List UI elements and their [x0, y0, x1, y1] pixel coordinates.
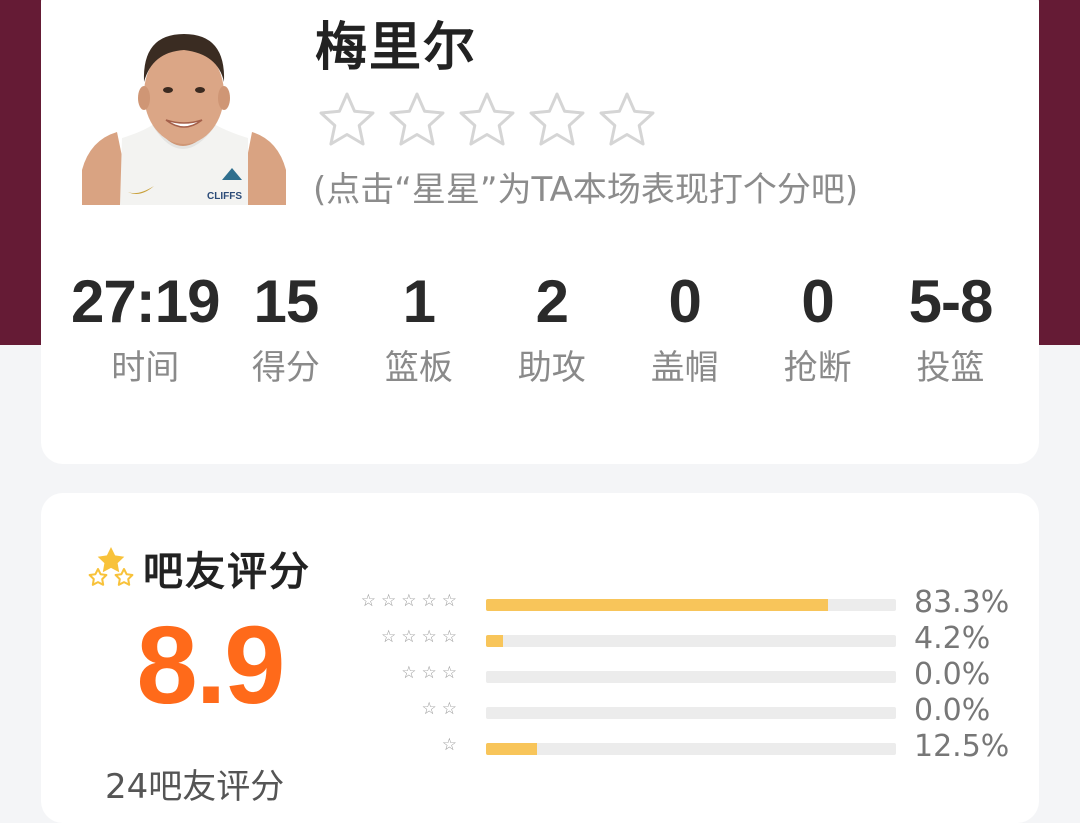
distribution-bar-track — [486, 743, 896, 755]
distribution-bar-track — [486, 635, 896, 647]
stat-field-goals: 5-8 投篮 — [884, 268, 1017, 389]
distribution-row-4: ☆☆☆☆ 4.2% — [341, 621, 1021, 657]
stat-minutes: 27:19 时间 — [71, 268, 220, 389]
rate-star-1-icon[interactable] — [315, 88, 379, 152]
jersey-sponsor-text: CLIFFS — [207, 191, 242, 202]
rating-header: 吧友评分 — [87, 539, 311, 597]
stat-label: 抢断 — [783, 348, 852, 388]
stat-points: 15 得分 — [219, 268, 352, 389]
stat-label: 得分 — [251, 348, 320, 388]
stat-value: 1 — [402, 268, 436, 335]
distribution-bar-track — [486, 671, 896, 683]
rating-stars-icon — [88, 547, 134, 586]
stat-rebounds: 1 篮板 — [352, 268, 485, 389]
star-level-label: ☆☆ — [421, 699, 462, 719]
distribution-row-1: ☆ 12.5% — [341, 729, 1021, 765]
distribution-bar-fill — [486, 743, 538, 755]
distribution-row-3: ☆☆☆ 0.0% — [341, 657, 1021, 693]
stat-value: 27:19 — [71, 268, 220, 335]
distribution-row-2: ☆☆ 0.0% — [341, 693, 1021, 729]
stat-row: 27:19 时间 15 得分 1 篮板 2 助攻 0 盖帽 0 抢断 5-8 投… — [71, 268, 1017, 389]
rate-star-5-icon[interactable] — [595, 88, 659, 152]
distribution-row-5: ☆☆☆☆☆ 83.3% — [341, 585, 1021, 621]
distribution-bar-fill — [486, 635, 504, 647]
distribution-bar-fill — [486, 599, 828, 611]
stat-label: 盖帽 — [650, 348, 719, 388]
stat-label: 投篮 — [916, 348, 985, 388]
player-card: CLIFFS 梅里尔 (点击“星星”为TA本场表现打个分吧) 27:19 时间 … — [41, 0, 1039, 464]
stat-value: 0 — [668, 268, 702, 335]
stat-value: 2 — [535, 268, 569, 335]
rate-star-4-icon[interactable] — [525, 88, 589, 152]
star-level-label: ☆☆☆☆☆ — [360, 591, 462, 611]
stat-blocks: 0 盖帽 — [618, 268, 751, 389]
star-level-label: ☆☆☆☆ — [381, 627, 462, 647]
stat-label: 时间 — [111, 348, 180, 388]
distribution-percent: 0.0% — [914, 693, 991, 728]
stat-label: 助攻 — [517, 348, 586, 388]
stat-label: 篮板 — [384, 348, 453, 388]
distribution-percent: 0.0% — [914, 657, 991, 692]
stat-value: 5-8 — [908, 268, 994, 335]
rate-star-3-icon[interactable] — [455, 88, 519, 152]
star-level-label: ☆ — [441, 735, 462, 755]
stat-steals: 0 抢断 — [751, 268, 884, 389]
fan-rating-card: 吧友评分 8.9 24吧友评分 ☆☆☆☆☆ 83.3% ☆☆☆☆ 4.2% ☆☆… — [41, 493, 1039, 823]
distribution-bar-track — [486, 599, 896, 611]
rating-hint: (点击“星星”为TA本场表现打个分吧) — [313, 170, 859, 210]
rate-star-2-icon[interactable] — [385, 88, 449, 152]
player-name: 梅里尔 — [315, 18, 478, 78]
voter-count: 24吧友评分 — [105, 767, 285, 807]
distribution-percent: 12.5% — [914, 729, 1010, 764]
star-level-label: ☆☆☆ — [401, 663, 462, 683]
stat-value: 15 — [253, 268, 320, 335]
rating-distribution: ☆☆☆☆☆ 83.3% ☆☆☆☆ 4.2% ☆☆☆ 0.0% ☆☆ 0.0% ☆… — [341, 585, 1021, 765]
distribution-percent: 83.3% — [914, 585, 1010, 620]
distribution-bar-track — [486, 707, 896, 719]
stat-assists: 2 助攻 — [485, 268, 618, 389]
rate-stars — [315, 88, 659, 152]
rating-title: 吧友评分 — [143, 549, 311, 595]
stat-value: 0 — [801, 268, 834, 335]
distribution-percent: 4.2% — [914, 621, 991, 656]
average-score: 8.9 — [136, 604, 286, 727]
player-photo: CLIFFS — [82, 20, 286, 205]
